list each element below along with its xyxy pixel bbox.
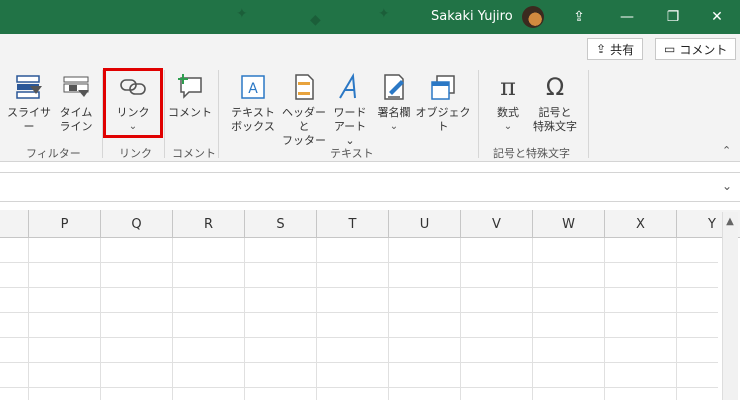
avatar[interactable]: [522, 6, 544, 28]
textbox-button[interactable]: A テキスト ボックス: [228, 72, 278, 134]
timeline-label-1: タイム: [59, 106, 93, 119]
header-footer-label-2: フッター: [282, 134, 326, 147]
grid-line: [0, 287, 718, 288]
scroll-up-arrow-icon[interactable]: ▲: [723, 214, 737, 228]
wordart-button[interactable]: ワード アート ⌄: [330, 72, 370, 148]
group-label-text: テキスト: [330, 147, 374, 160]
title-bar: ✦ ◆ ✦ Sakaki Yujiro ⇪ — ❐ ✕: [0, 0, 740, 34]
column-header-t[interactable]: T: [316, 210, 388, 238]
column-header-w[interactable]: W: [532, 210, 604, 238]
share-icon: ⇪: [596, 42, 607, 56]
header-footer-icon: [295, 74, 314, 100]
header-footer-label-1: ヘッダーと: [282, 106, 326, 133]
signature-dropdown-icon: ⌄: [389, 121, 399, 132]
signature-icon: [384, 74, 404, 100]
timeline-icon: [63, 76, 89, 97]
header-footer-button[interactable]: ヘッダーと フッター: [280, 72, 328, 148]
slicer-button[interactable]: スライサー: [3, 72, 55, 134]
grid-line: [0, 362, 718, 363]
group-label-symbols: 記号と特殊文字: [493, 147, 570, 160]
group-separator: [478, 70, 479, 158]
column-header-v[interactable]: V: [460, 210, 532, 238]
comment-label: コメント: [168, 106, 212, 119]
grid-line: [0, 312, 718, 313]
group-label-link: リンク: [119, 147, 152, 160]
comments-button[interactable]: ▭ コメント: [655, 38, 737, 60]
equation-label: 数式: [497, 106, 519, 119]
slicer-icon: [16, 75, 42, 99]
grid-line: [0, 262, 718, 263]
column-header-u[interactable]: U: [388, 210, 460, 238]
comments-label: コメント: [679, 42, 728, 57]
column-header-x[interactable]: X: [604, 210, 676, 238]
vertical-scrollbar[interactable]: ▲: [722, 212, 738, 400]
timeline-label-2: ライン: [59, 120, 93, 133]
user-name[interactable]: Sakaki Yujiro: [431, 9, 513, 24]
signature-label: 署名欄: [377, 106, 411, 119]
link-highlight-box: [103, 68, 163, 138]
equation-button[interactable]: π 数式 ⌄: [490, 72, 526, 134]
textbox-label-1: テキスト: [231, 106, 275, 119]
object-button[interactable]: オブジェクト: [414, 72, 472, 134]
collapse-ribbon-icon[interactable]: ⌃: [722, 144, 731, 157]
new-comment-button[interactable]: コメント: [168, 72, 212, 120]
equation-dropdown-icon: ⌄: [503, 121, 513, 132]
timeline-button[interactable]: タイム ライン: [56, 72, 96, 134]
omega-icon: Ω: [545, 73, 565, 101]
svg-text:A: A: [248, 81, 258, 97]
comment-bubble-icon: ▭: [664, 42, 676, 56]
share-button[interactable]: ⇪ 共有: [587, 38, 644, 60]
slicer-label: スライサー: [7, 106, 51, 133]
wordart-label-2: アート ⌄: [333, 120, 367, 147]
column-header-r[interactable]: R: [172, 210, 244, 238]
group-label-comment: コメント: [172, 147, 216, 160]
ribbon-display-options-button[interactable]: ⇪: [556, 0, 602, 34]
object-icon: [431, 75, 455, 100]
grid-line: [0, 337, 718, 338]
formula-expand-icon[interactable]: ⌄: [722, 179, 732, 193]
column-header-s[interactable]: S: [244, 210, 316, 238]
column-header-q[interactable]: Q: [100, 210, 172, 238]
grid-line: [0, 387, 718, 388]
group-separator: [588, 70, 589, 158]
symbol-button[interactable]: Ω 記号と 特殊文字: [528, 72, 582, 134]
minimize-button[interactable]: —: [604, 0, 650, 34]
symbol-label-2: 特殊文字: [533, 120, 577, 133]
pi-icon: π: [500, 73, 516, 101]
textbox-icon: A: [241, 75, 265, 99]
column-header-p[interactable]: P: [28, 210, 100, 238]
formula-bar[interactable]: ⌄: [0, 172, 740, 202]
object-label: オブジェクト: [415, 106, 471, 133]
share-label: 共有: [610, 42, 635, 57]
new-comment-icon: [178, 74, 202, 99]
signature-line-button[interactable]: 署名欄 ⌄: [374, 72, 414, 134]
close-icon: ✕: [711, 9, 723, 25]
group-label-filter: フィルター: [26, 147, 81, 160]
minimize-icon: —: [620, 9, 634, 25]
restore-icon: ❐: [666, 9, 680, 25]
symbol-label-1: 記号と: [538, 106, 572, 119]
column-header-y[interactable]: Y: [676, 210, 720, 238]
group-separator: [164, 70, 165, 158]
wordart-label-1: ワード: [333, 106, 367, 119]
textbox-label-2: ボックス: [231, 120, 275, 133]
ribbon-display-icon: ⇪: [573, 9, 585, 25]
restore-button[interactable]: ❐: [650, 0, 696, 34]
wordart-icon: [339, 72, 356, 99]
close-button[interactable]: ✕: [694, 0, 740, 34]
group-separator: [218, 70, 219, 158]
